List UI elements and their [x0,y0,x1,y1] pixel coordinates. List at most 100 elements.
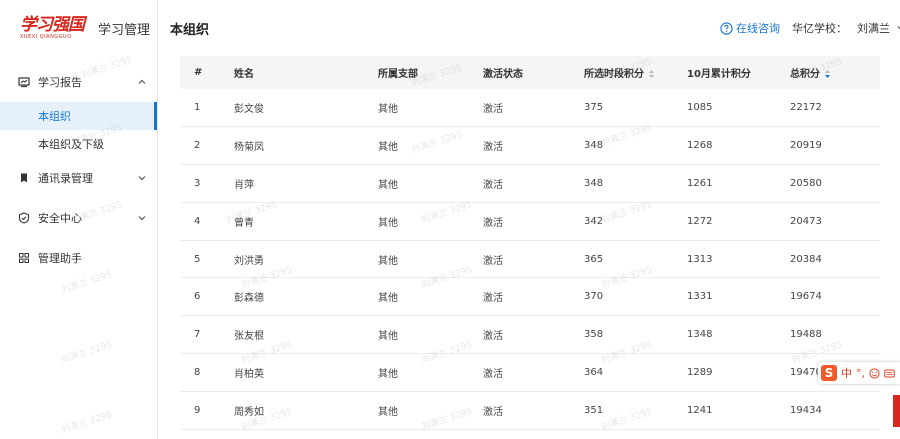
cell-name: 张友根 [220,315,364,355]
cell-branch: 其他 [364,202,469,241]
cell-month-score: 1272 [673,202,776,241]
cell-period-score: 358 [570,315,673,355]
report-icon [18,76,30,88]
cell-total-score: 19434 [776,391,880,430]
user-menu[interactable]: 刘满兰 [857,20,900,36]
ime-mode-toggle[interactable]: 中 [841,365,852,381]
cell-name: 刘洪勇 [220,240,364,279]
logo-text: 学习强国 [20,14,85,35]
app-title: 学习管理 [98,22,151,38]
table-row: 5 刘洪勇 其他 激活 365 1313 20384 [180,240,880,279]
header-total-score[interactable]: 总积分 [776,56,880,89]
cell-index: 1 [180,89,220,128]
sogou-logo-icon[interactable]: S [821,365,837,381]
cell-index: 8 [180,353,220,392]
sort-desc-icon[interactable] [824,69,831,79]
cell-status: 激活 [469,277,570,317]
header-period-score[interactable]: 所选时段积分 [570,56,673,89]
cell-total-score: 20473 [776,202,880,241]
cell-status: 激活 [469,315,570,355]
table-row: 7 张友根 其他 激活 358 1348 19488 [180,315,880,355]
cell-name: 周秀如 [220,391,364,430]
keyboard-icon[interactable] [884,368,895,379]
ranking-table: # 姓名 所属支部 激活状态 所选时段积分 10月累计积分 总积分 1 彭文俊 其他… [180,56,880,430]
cell-status: 激活 [469,126,570,166]
side-float-tab[interactable] [893,395,900,427]
cell-period-score: 342 [570,202,673,241]
cell-period-score: 348 [570,126,673,166]
table-header-row: # 姓名 所属支部 激活状态 所选时段积分 10月累计积分 总积分 [180,56,880,89]
cell-status: 激活 [469,391,570,430]
header-branch: 所属支部 [378,69,418,80]
cell-month-score: 1331 [673,277,776,317]
cell-status: 激活 [469,240,570,279]
cell-index: 7 [180,315,220,355]
cell-name: 彭文俊 [220,89,364,128]
chevron-down-icon [138,216,146,221]
chevron-down-icon [138,176,146,181]
cell-period-score: 351 [570,391,673,430]
menu-item-assistant[interactable]: 管理助手 [0,238,157,278]
table-row: 8 肖柏英 其他 激活 364 1289 19470 [180,353,880,392]
cell-month-score: 1313 [673,240,776,279]
header-name: 姓名 [234,69,254,80]
cell-status: 激活 [469,202,570,241]
table-row: 4 曾青 其他 激活 342 1272 20473 [180,202,880,241]
cell-total-score: 22172 [776,89,880,128]
side-menu: 学习报告 本组织 本组织及下级 通讯录管理 安全中心 管理助手 [0,62,157,278]
bookmark-icon [18,172,30,184]
content-area: # 姓名 所属支部 激活状态 所选时段积分 10月累计积分 总积分 1 彭文俊 其他… [158,56,900,439]
menu-item-contacts[interactable]: 通讯录管理 [0,158,157,198]
online-consult-link[interactable]: 在线咨询 [720,20,780,36]
cell-branch: 其他 [364,126,469,166]
sort-icon[interactable] [648,69,655,79]
table-row: 6 彭森德 其他 激活 370 1331 19674 [180,277,880,317]
cell-total-score: 20580 [776,164,880,203]
cell-period-score: 364 [570,353,673,392]
cell-branch: 其他 [364,315,469,355]
cell-name: 彭森德 [220,277,364,317]
cell-branch: 其他 [364,89,469,128]
cell-index: 2 [180,126,220,166]
cell-period-score: 375 [570,89,673,128]
consult-label: 在线咨询 [736,22,780,35]
logo-subtext: XUEXI QIANGGUO [20,33,72,40]
chevron-up-icon [138,79,146,84]
sidebar: 学习强国 XUEXI QIANGGUO 学习管理 学习报告 本组织 本组织及下级 [0,0,158,439]
cell-month-score: 1085 [673,89,776,128]
cell-index: 4 [180,202,220,241]
cell-branch: 其他 [364,391,469,430]
ime-punct-toggle[interactable]: °, [856,367,865,380]
ime-toolbar[interactable]: S 中 °, [818,362,900,384]
menu-item-label: 学习报告 [38,76,82,89]
cell-period-score: 370 [570,277,673,317]
submenu-item-label: 本组织及下级 [38,138,104,151]
menu-item-study-report[interactable]: 学习报告 [0,62,157,102]
page-title: 本组织 [170,22,210,38]
header-status: 激活状态 [483,69,523,80]
table-wrapper: # 姓名 所属支部 激活状态 所选时段积分 10月累计积分 总积分 1 彭文俊 其他… [180,56,880,430]
submenu-item-org-and-sub[interactable]: 本组织及下级 [0,130,157,158]
cell-name: 曾青 [220,202,364,241]
cell-name: 杨菊凤 [220,126,364,166]
menu-item-security[interactable]: 安全中心 [0,198,157,238]
user-name: 刘满兰 [857,22,890,35]
app-window: 学习强国 XUEXI QIANGGUO 学习管理 学习报告 本组织 本组织及下级 [0,0,900,439]
cell-month-score: 1348 [673,315,776,355]
cell-branch: 其他 [364,353,469,392]
cell-index: 5 [180,240,220,279]
submenu-item-this-org[interactable]: 本组织 [0,102,157,130]
xuexi-logo: 学习强国 XUEXI QIANGGUO [20,14,85,40]
emoji-icon[interactable] [869,367,880,379]
cell-month-score: 1289 [673,353,776,392]
top-header: 本组织 在线咨询 华亿学校： 刘满兰 [158,0,900,56]
menu-item-label: 安全中心 [38,212,82,225]
table-row: 9 周秀如 其他 激活 351 1241 19434 [180,391,880,430]
cell-period-score: 365 [570,240,673,279]
header-index: # [194,67,203,78]
cell-status: 激活 [469,353,570,392]
submenu-item-label: 本组织 [38,110,71,123]
cell-name: 肖萍 [220,164,364,203]
chevron-down-icon [897,26,900,30]
cell-name: 肖柏英 [220,353,364,392]
